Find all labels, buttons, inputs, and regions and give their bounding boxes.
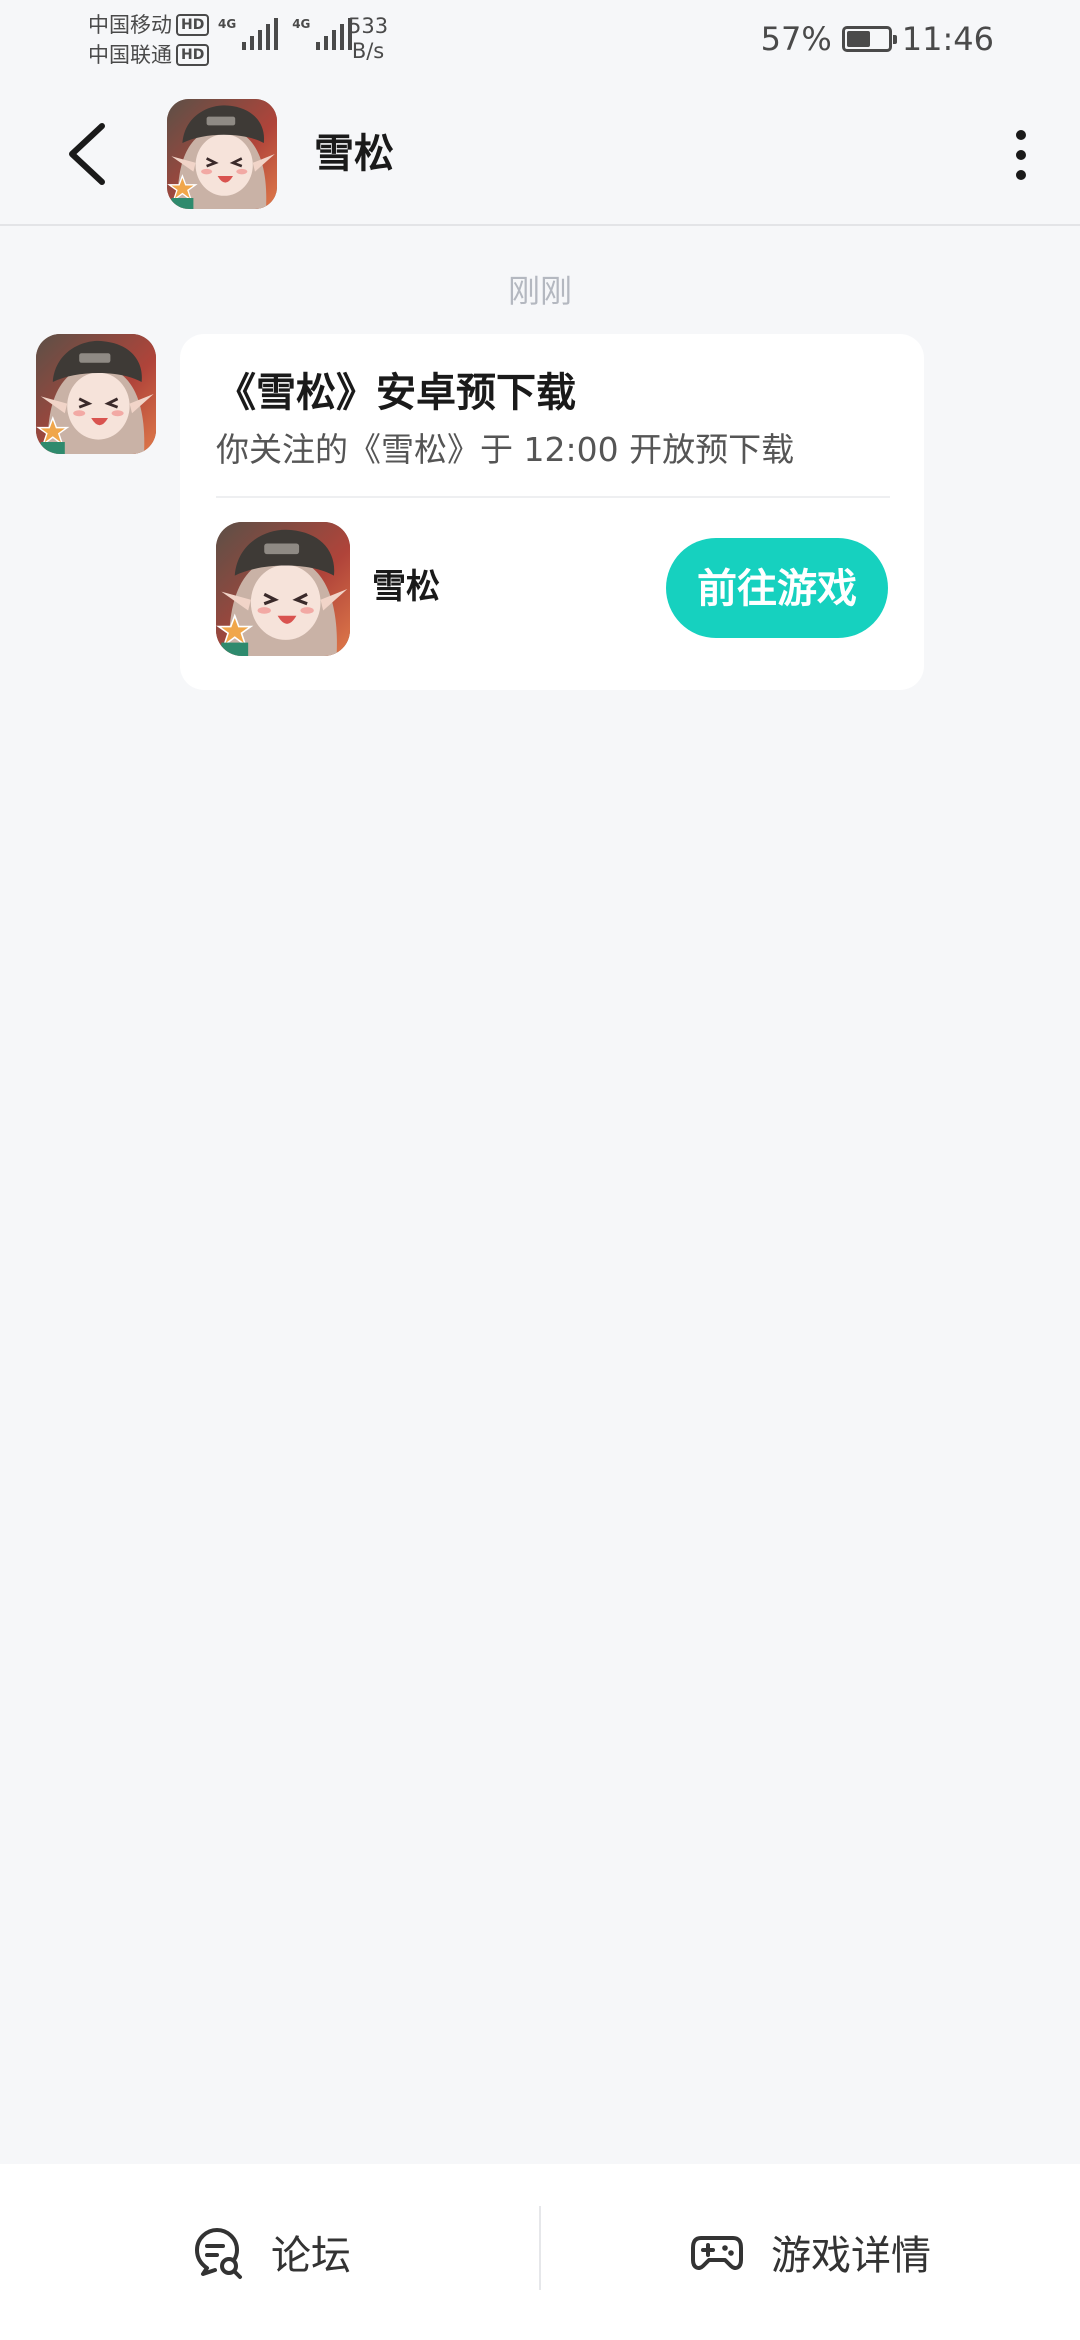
net-speed-value: 533 [348, 14, 389, 38]
net-speed-unit: B/s [351, 39, 385, 63]
bottom-divider [539, 2206, 541, 2290]
forum-chat-icon [195, 2227, 242, 2279]
status-right: 57% 11:46 [761, 20, 994, 58]
more-options-button[interactable] [990, 120, 1050, 190]
network-speed: 533 B/s [348, 14, 388, 64]
go-to-game-button[interactable]: 前往游戏 [666, 538, 888, 638]
signal-icon: 4G [218, 17, 279, 50]
game-name: 雪松 [372, 567, 440, 607]
clock: 11:46 [901, 20, 994, 58]
vertical-dots-icon [1016, 130, 1026, 140]
game-icon-image [216, 522, 350, 656]
game-detail-label: 游戏详情 [771, 2233, 931, 2279]
gamepad-icon [691, 2236, 743, 2270]
card-divider [216, 496, 890, 498]
carrier-2: 中国联通 [88, 43, 172, 67]
carrier-info: 中国移动 HD 中国联通 HD [88, 10, 210, 70]
hd-badge: HD [176, 14, 210, 36]
message-title: 《雪松》安卓预下载 [216, 370, 576, 416]
forum-label: 论坛 [271, 2233, 351, 2279]
hd-badge: HD [176, 44, 210, 66]
chevron-left-icon [69, 123, 105, 185]
message-subtitle: 你关注的《雪松》于 12:00 开放预下载 [216, 430, 795, 469]
game-detail-tab[interactable]: 游戏详情 [540, 2164, 1080, 2340]
page-title: 雪松 [314, 131, 394, 177]
game-avatar-image [167, 99, 277, 209]
network-type: 4G [218, 17, 237, 31]
message-card[interactable]: 《雪松》安卓预下载 你关注的《雪松》于 12:00 开放预下载 雪松 前往游戏 [180, 334, 924, 690]
battery-icon [841, 26, 897, 52]
signal-indicators: 4G 4G [218, 17, 353, 50]
message-timestamp: 刚刚 [507, 272, 572, 310]
carrier-1: 中国移动 [88, 13, 172, 37]
network-type: 4G [292, 17, 311, 31]
status-bar: 中国移动 HD 中国联通 HD 4G 4G 533 B/s 57% 11:46 [0, 0, 1080, 80]
signal-icon: 4G [292, 17, 353, 50]
game-avatar[interactable] [167, 99, 277, 209]
game-icon[interactable] [216, 522, 350, 656]
sender-avatar[interactable] [36, 334, 156, 454]
sender-avatar-image [36, 334, 156, 454]
battery-percent: 57% [760, 20, 832, 58]
bottom-bar: 论坛 游戏详情 [0, 2164, 1080, 2340]
chat-header: 雪松 [0, 80, 1080, 226]
back-button[interactable] [56, 118, 126, 190]
forum-tab[interactable]: 论坛 [0, 2164, 540, 2340]
